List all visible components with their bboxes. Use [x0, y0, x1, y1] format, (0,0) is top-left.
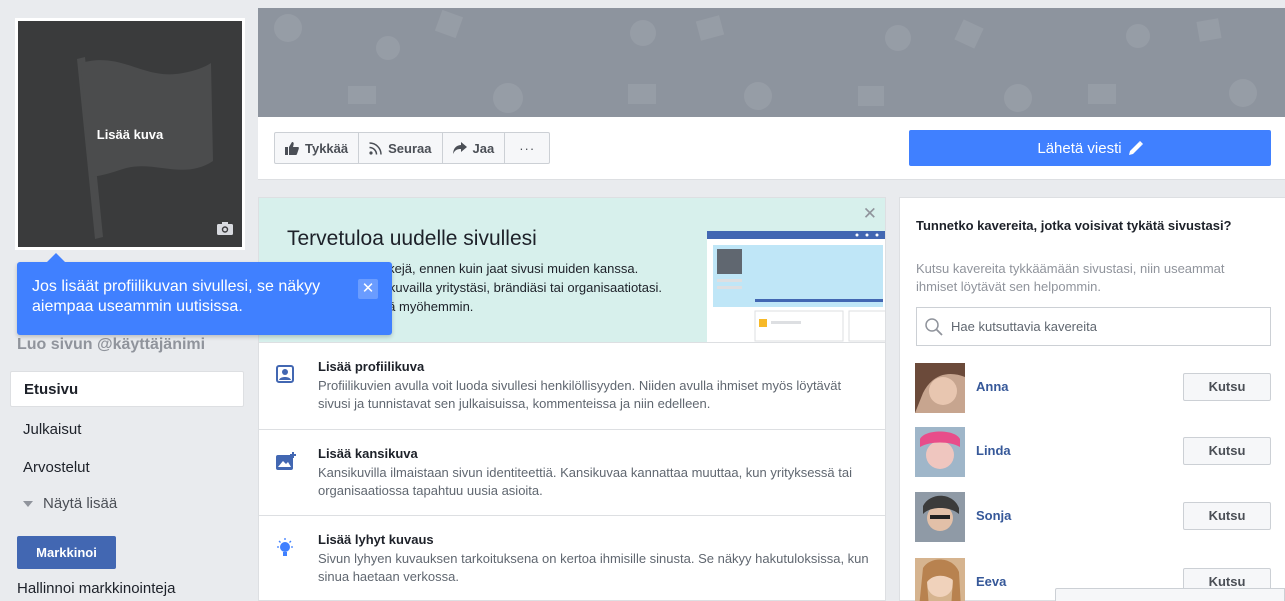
tip-short-description[interactable]: Lisää lyhyt kuvaus Sivun lyhyen kuvaukse…: [259, 515, 885, 601]
profile-picture-box[interactable]: Lisää kuva: [15, 18, 245, 250]
share-label: Jaa: [472, 140, 495, 156]
friend-name[interactable]: Sonja: [976, 508, 1011, 523]
avatar[interactable]: [915, 427, 965, 477]
invite-button[interactable]: Kutsu: [1183, 437, 1271, 465]
invite-button[interactable]: Kutsu: [1183, 373, 1271, 401]
tip-cover-photo[interactable]: Lisää kansikuva Kansikuvilla ilmaistaan …: [259, 429, 885, 515]
profile-frame-icon: [276, 365, 294, 383]
like-label: Tykkää: [305, 140, 349, 156]
manage-promotions-link[interactable]: Hallinnoi markkinointeja: [17, 580, 175, 597]
like-button[interactable]: Tykkää: [274, 132, 360, 164]
tip-description: Profiilikuvien avulla voit luoda sivulle…: [318, 378, 842, 411]
invite-subtitle: Kutsu kavereita tykkäämään sivustasi, ni…: [916, 261, 1225, 294]
tooltip-text: Jos lisäät profiilikuvan sivullesi, se n…: [32, 278, 321, 315]
send-message-button[interactable]: Lähetä viesti: [909, 130, 1271, 166]
tip-title: Lisää kansikuva: [318, 446, 418, 461]
flag-icon: [77, 57, 213, 239]
friend-name[interactable]: Linda: [976, 443, 1011, 458]
friend-name[interactable]: Eeva: [976, 574, 1006, 589]
more-options-button[interactable]: ···: [504, 132, 551, 164]
triangle-down-icon: [23, 501, 33, 508]
lightbulb-icon: [277, 538, 293, 556]
rss-icon: [369, 141, 382, 155]
tip-description: Sivun lyhyen kuvauksen tarkoituksena on …: [318, 551, 869, 584]
page-illustration: [707, 231, 885, 342]
cover-pattern: [274, 9, 1257, 113]
invite-button[interactable]: Kutsu: [1183, 502, 1271, 530]
follow-label: Seuraa: [388, 140, 432, 156]
profile-picture-placeholder[interactable]: Lisää kuva: [18, 21, 242, 247]
show-more-label: Näytä lisää: [43, 495, 118, 512]
follow-button[interactable]: Seuraa: [358, 132, 443, 164]
avatar[interactable]: [915, 363, 965, 413]
profile-photo-tooltip: Jos lisäät profiilikuvan sivullesi, se n…: [17, 253, 392, 335]
action-button-group: Tykkää Seuraa Jaa ···: [274, 132, 551, 164]
invite-friends-card: Tunnetko kavereita, jotka voisivat tykät…: [899, 197, 1285, 601]
welcome-card: Tervetuloa uudelle sivullesi Kokeile näi…: [258, 197, 886, 601]
send-message-label: Lähetä viesti: [1037, 139, 1122, 157]
friend-search-field[interactable]: [916, 307, 1271, 346]
search-input[interactable]: [951, 319, 1251, 334]
sidebar-item-home[interactable]: Etusivu: [10, 371, 244, 407]
cover-photo[interactable]: [258, 8, 1285, 117]
invite-title: Tunnetko kavereita, jotka voisivat tykät…: [916, 218, 1232, 233]
close-icon[interactable]: ✕: [358, 279, 378, 299]
promote-button[interactable]: Markkinoi: [17, 536, 116, 569]
thumbs-up-icon: [285, 141, 299, 155]
show-more-link[interactable]: Näytä lisää: [23, 495, 117, 512]
sidebar-item-reviews[interactable]: Arvostelut: [10, 450, 244, 486]
sidebar-item-posts[interactable]: Julkaisut: [10, 412, 244, 448]
chat-bar[interactable]: [1055, 588, 1285, 601]
tip-profile-photo[interactable]: Lisää profiilikuva Profiilikuvien avulla…: [259, 342, 885, 429]
tip-description: Kansikuvilla ilmaistaan sivun identiteet…: [318, 465, 853, 498]
welcome-title: Tervetuloa uudelle sivullesi: [287, 227, 537, 250]
share-arrow-icon: [452, 142, 467, 154]
friend-row: Linda Kutsu: [915, 427, 1271, 477]
page-action-bar: Tykkää Seuraa Jaa ··· Lähetä viesti: [258, 117, 1285, 180]
tip-title: Lisää profiilikuva: [318, 359, 425, 374]
friend-name[interactable]: Anna: [976, 379, 1009, 394]
add-photo-label: Lisää kuva: [96, 127, 164, 142]
camera-icon[interactable]: [217, 222, 233, 235]
avatar[interactable]: [915, 558, 965, 601]
create-username-link[interactable]: Luo sivun @käyttäjänimi: [17, 336, 205, 354]
search-icon: [925, 317, 943, 336]
close-icon[interactable]: ✕: [863, 204, 877, 224]
friend-row: Sonja Kutsu: [915, 492, 1271, 542]
pencil-icon: [1128, 141, 1143, 155]
share-button[interactable]: Jaa: [441, 132, 506, 164]
tip-title: Lisää lyhyt kuvaus: [318, 532, 434, 547]
add-image-icon: [276, 452, 296, 470]
friend-row: Anna Kutsu: [915, 363, 1271, 413]
avatar[interactable]: [915, 492, 965, 542]
